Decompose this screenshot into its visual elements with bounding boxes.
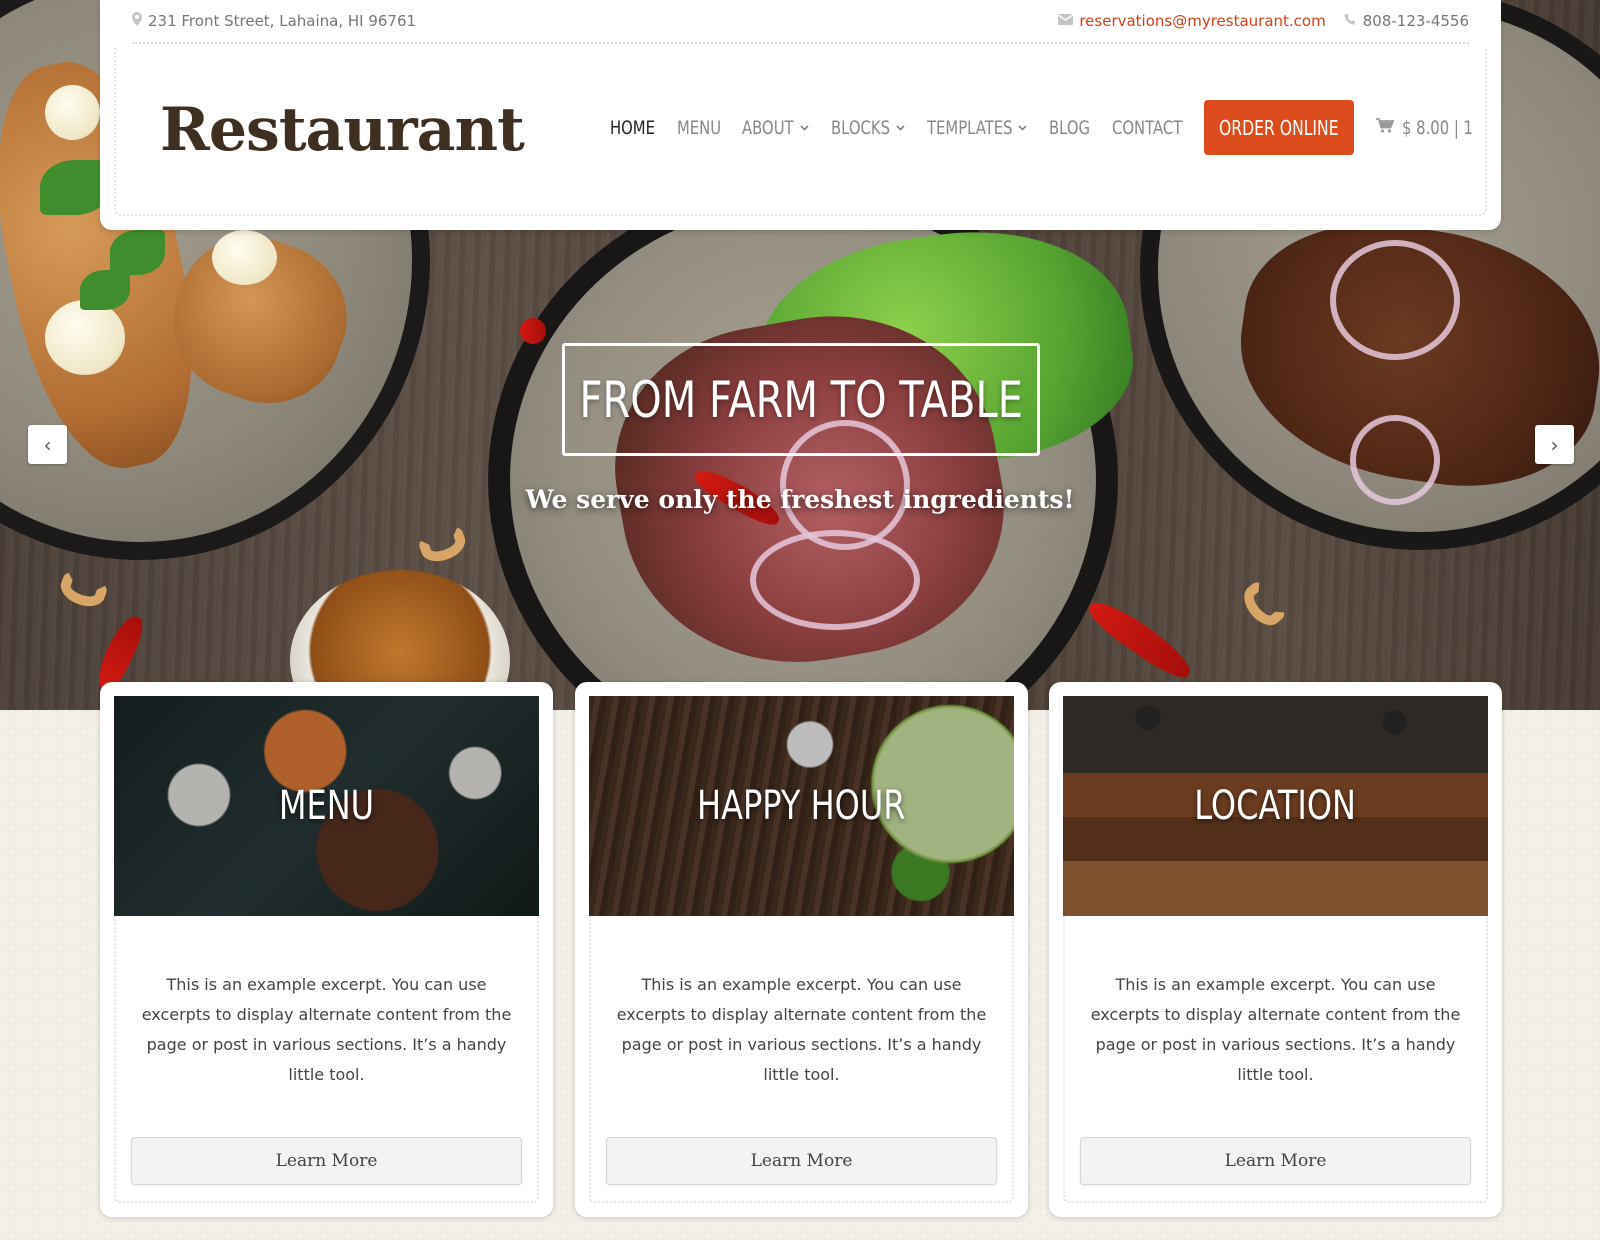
chevron-down-icon xyxy=(896,121,905,134)
site-logo[interactable]: Restaurant xyxy=(160,80,525,180)
logo-text: Restaurant xyxy=(160,95,525,165)
feature-card-happy-hour: HAPPY HOUR This is an example excerpt. Y… xyxy=(575,682,1028,1217)
nav-item-templates[interactable]: TEMPLATES xyxy=(927,117,1027,139)
phone-icon xyxy=(1344,13,1357,30)
learn-more-button[interactable]: Learn More xyxy=(1080,1137,1471,1185)
main-nav: HOME MENU ABOUT BLOCKS TEMPLATES BLOG CO… xyxy=(610,100,1473,155)
card-excerpt: This is an example excerpt. You can use … xyxy=(1090,975,1461,1084)
order-online-button[interactable]: ORDER ONLINE xyxy=(1204,100,1354,155)
address-text: 231 Front Street, Lahaina, HI 96761 xyxy=(148,12,417,30)
learn-more-button[interactable]: Learn More xyxy=(606,1137,997,1185)
chevron-down-icon xyxy=(800,121,809,134)
hero-title-box: FROM FARM TO TABLE xyxy=(562,343,1040,456)
hero-food-cream xyxy=(45,85,100,140)
nav-item-label: TEMPLATES xyxy=(926,116,1013,139)
hero-title: FROM FARM TO TABLE xyxy=(579,370,1023,429)
topbar: 231 Front Street, Lahaina, HI 96761 rese… xyxy=(132,0,1469,44)
nav-item-blog[interactable]: BLOG xyxy=(1049,117,1090,139)
card-image-menu[interactable]: MENU xyxy=(114,696,539,916)
cart-link[interactable]: $ 8.00 | 1 xyxy=(1375,116,1473,139)
nav-item-label: CONTACT xyxy=(1111,116,1183,139)
hero-food-onion xyxy=(1350,415,1440,505)
cart-total: $ 8.00 | 1 xyxy=(1401,116,1473,139)
card-title: HAPPY HOUR xyxy=(697,783,906,829)
hero-food-onion xyxy=(1330,240,1460,360)
nav-item-label: MENU xyxy=(676,116,721,139)
order-online-label: ORDER ONLINE xyxy=(1219,115,1339,140)
hero-food-cashew xyxy=(416,523,470,567)
learn-more-button[interactable]: Learn More xyxy=(131,1137,522,1185)
hero-food-herb xyxy=(80,270,130,310)
nav-item-menu[interactable]: MENU xyxy=(677,117,721,139)
nav-item-contact[interactable]: CONTACT xyxy=(1112,117,1182,139)
address-item: 231 Front Street, Lahaina, HI 96761 xyxy=(132,12,416,30)
phone-item[interactable]: 808-123-4556 xyxy=(1344,12,1469,30)
hero-food-cashew xyxy=(1236,577,1290,633)
map-pin-icon xyxy=(132,12,142,30)
card-excerpt: This is an example excerpt. You can use … xyxy=(616,975,987,1084)
hero-food-herb xyxy=(110,230,165,275)
hero-subtitle: We serve only the freshest ingredients! xyxy=(525,485,1075,514)
hero-food-cream xyxy=(45,300,125,375)
hero-food-cream xyxy=(212,230,277,285)
card-image-location[interactable]: LOCATION xyxy=(1063,696,1488,916)
envelope-icon xyxy=(1057,13,1074,29)
hero-food-tomato xyxy=(520,318,546,344)
hero-food-chili xyxy=(1082,593,1198,685)
chevron-left-icon: ‹ xyxy=(43,432,52,457)
slider-prev-button[interactable]: ‹ xyxy=(28,425,67,464)
card-title: MENU xyxy=(278,783,375,829)
chevron-right-icon: › xyxy=(1550,432,1559,457)
chevron-down-icon xyxy=(1018,121,1027,134)
cart-icon xyxy=(1375,117,1395,138)
nav-item-label: BLOG xyxy=(1049,116,1091,139)
card-excerpt: This is an example excerpt. You can use … xyxy=(141,975,512,1084)
hero-food-onion xyxy=(750,530,920,630)
nav-item-label: HOME xyxy=(610,116,655,139)
nav-item-label: BLOCKS xyxy=(831,116,891,139)
phone-number: 808-123-4556 xyxy=(1362,12,1469,30)
card-title: LOCATION xyxy=(1194,783,1357,829)
card-image-happy-hour[interactable]: HAPPY HOUR xyxy=(589,696,1014,916)
nav-item-home[interactable]: HOME xyxy=(610,117,655,139)
nav-item-about[interactable]: ABOUT xyxy=(742,117,809,139)
feature-card-menu: MENU This is an example excerpt. You can… xyxy=(100,682,553,1217)
email-link[interactable]: reservations@myrestaurant.com xyxy=(1079,12,1325,30)
site-header: 231 Front Street, Lahaina, HI 96761 rese… xyxy=(100,0,1501,230)
nav-item-label: ABOUT xyxy=(742,116,794,139)
hero-food-cashew xyxy=(56,568,110,612)
email-item[interactable]: reservations@myrestaurant.com xyxy=(1057,12,1326,30)
slider-next-button[interactable]: › xyxy=(1535,425,1574,464)
nav-item-blocks[interactable]: BLOCKS xyxy=(831,117,905,139)
feature-card-location: LOCATION This is an example excerpt. You… xyxy=(1049,682,1502,1217)
